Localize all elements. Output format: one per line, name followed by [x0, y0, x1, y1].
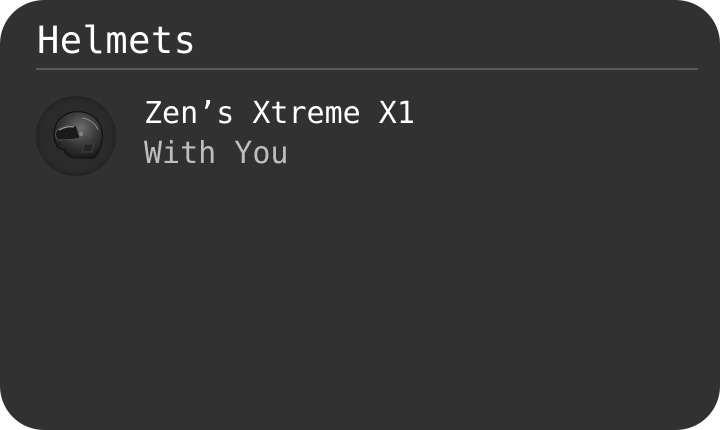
item-title: Zen’s Xtreme X1: [144, 96, 415, 131]
helmets-panel: Helmets Zen’s Xtreme X1 With You: [0, 0, 720, 430]
list-item-helmet[interactable]: Zen’s Xtreme X1 With You: [36, 94, 698, 182]
helmet-icon: [53, 111, 103, 159]
helmet-thumbnail: [36, 96, 116, 176]
panel-title: Helmets: [37, 19, 197, 62]
title-divider: [36, 68, 698, 70]
item-subtitle: With You: [144, 136, 289, 171]
